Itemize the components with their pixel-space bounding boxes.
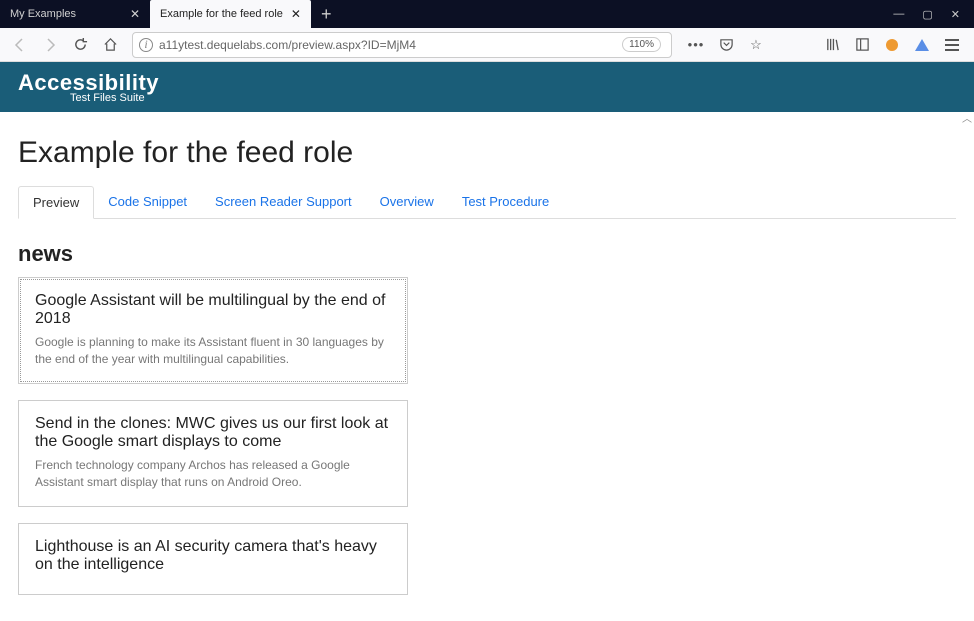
home-button[interactable] [96, 31, 124, 59]
browser-chrome: My Examples ✕ Example for the feed role … [0, 0, 974, 62]
tab-test-procedure[interactable]: Test Procedure [448, 186, 563, 218]
browser-tab-active[interactable]: Example for the feed role ✕ [150, 0, 311, 28]
site-header: Accessibility Test Files Suite [0, 62, 974, 112]
more-actions-icon[interactable]: ••• [686, 35, 706, 55]
page-content: ︿ Example for the feed role Preview Code… [0, 112, 974, 621]
tab-screen-reader[interactable]: Screen Reader Support [201, 186, 366, 218]
window-controls: — ▢ ✕ [893, 8, 974, 21]
tab-overview[interactable]: Overview [366, 186, 448, 218]
toolbar-right [816, 35, 968, 55]
url-text: a11ytest.dequelabs.com/preview.aspx?ID=M… [159, 38, 622, 52]
url-actions: ••• ☆ [680, 35, 772, 55]
scroll-up-arrow[interactable]: ︿ [962, 110, 972, 125]
sidebar-icon[interactable] [852, 35, 872, 55]
tab-code-snippet[interactable]: Code Snippet [94, 186, 201, 218]
article-title: Lighthouse is an AI security camera that… [35, 538, 391, 574]
feed-article[interactable]: Lighthouse is an AI security camera that… [18, 523, 408, 595]
back-button[interactable] [6, 31, 34, 59]
feed-article[interactable]: Send in the clones: MWC gives us our fir… [18, 400, 408, 507]
forward-button[interactable] [36, 31, 64, 59]
bookmark-star-icon[interactable]: ☆ [746, 35, 766, 55]
zoom-badge[interactable]: 110% [622, 37, 661, 52]
tab-title: My Examples [10, 8, 122, 20]
site-info-icon[interactable]: i [139, 38, 153, 52]
nav-bar: i a11ytest.dequelabs.com/preview.aspx?ID… [0, 28, 974, 62]
menu-icon[interactable] [942, 35, 962, 55]
tab-title: Example for the feed role [160, 8, 283, 20]
page-title: Example for the feed role [18, 136, 956, 170]
url-bar[interactable]: i a11ytest.dequelabs.com/preview.aspx?ID… [132, 32, 672, 58]
close-icon[interactable]: ✕ [130, 7, 140, 21]
maximize-button[interactable]: ▢ [922, 8, 932, 21]
new-tab-button[interactable]: + [311, 4, 342, 25]
pocket-icon[interactable] [716, 35, 736, 55]
article-title: Google Assistant will be multilingual by… [35, 292, 391, 328]
extension-dot-icon[interactable] [882, 35, 902, 55]
tab-preview[interactable]: Preview [18, 186, 94, 219]
close-icon[interactable]: ✕ [291, 7, 301, 21]
library-icon[interactable] [822, 35, 842, 55]
article-title: Send in the clones: MWC gives us our fir… [35, 415, 391, 451]
logo-sub: Test Files Suite [70, 92, 956, 104]
article-body: French technology company Archos has rel… [35, 457, 391, 492]
feed-article[interactable]: Google Assistant will be multilingual by… [18, 277, 408, 384]
feed-heading: news [18, 241, 956, 267]
article-body: Google is planning to make its Assistant… [35, 334, 391, 369]
minimize-button[interactable]: — [893, 8, 904, 21]
close-window-button[interactable]: ✕ [951, 8, 960, 21]
extension-triangle-icon[interactable] [912, 35, 932, 55]
reload-button[interactable] [66, 31, 94, 59]
browser-tab-inactive[interactable]: My Examples ✕ [0, 0, 150, 28]
content-tabs: Preview Code Snippet Screen Reader Suppo… [18, 186, 956, 219]
tab-bar: My Examples ✕ Example for the feed role … [0, 0, 974, 28]
